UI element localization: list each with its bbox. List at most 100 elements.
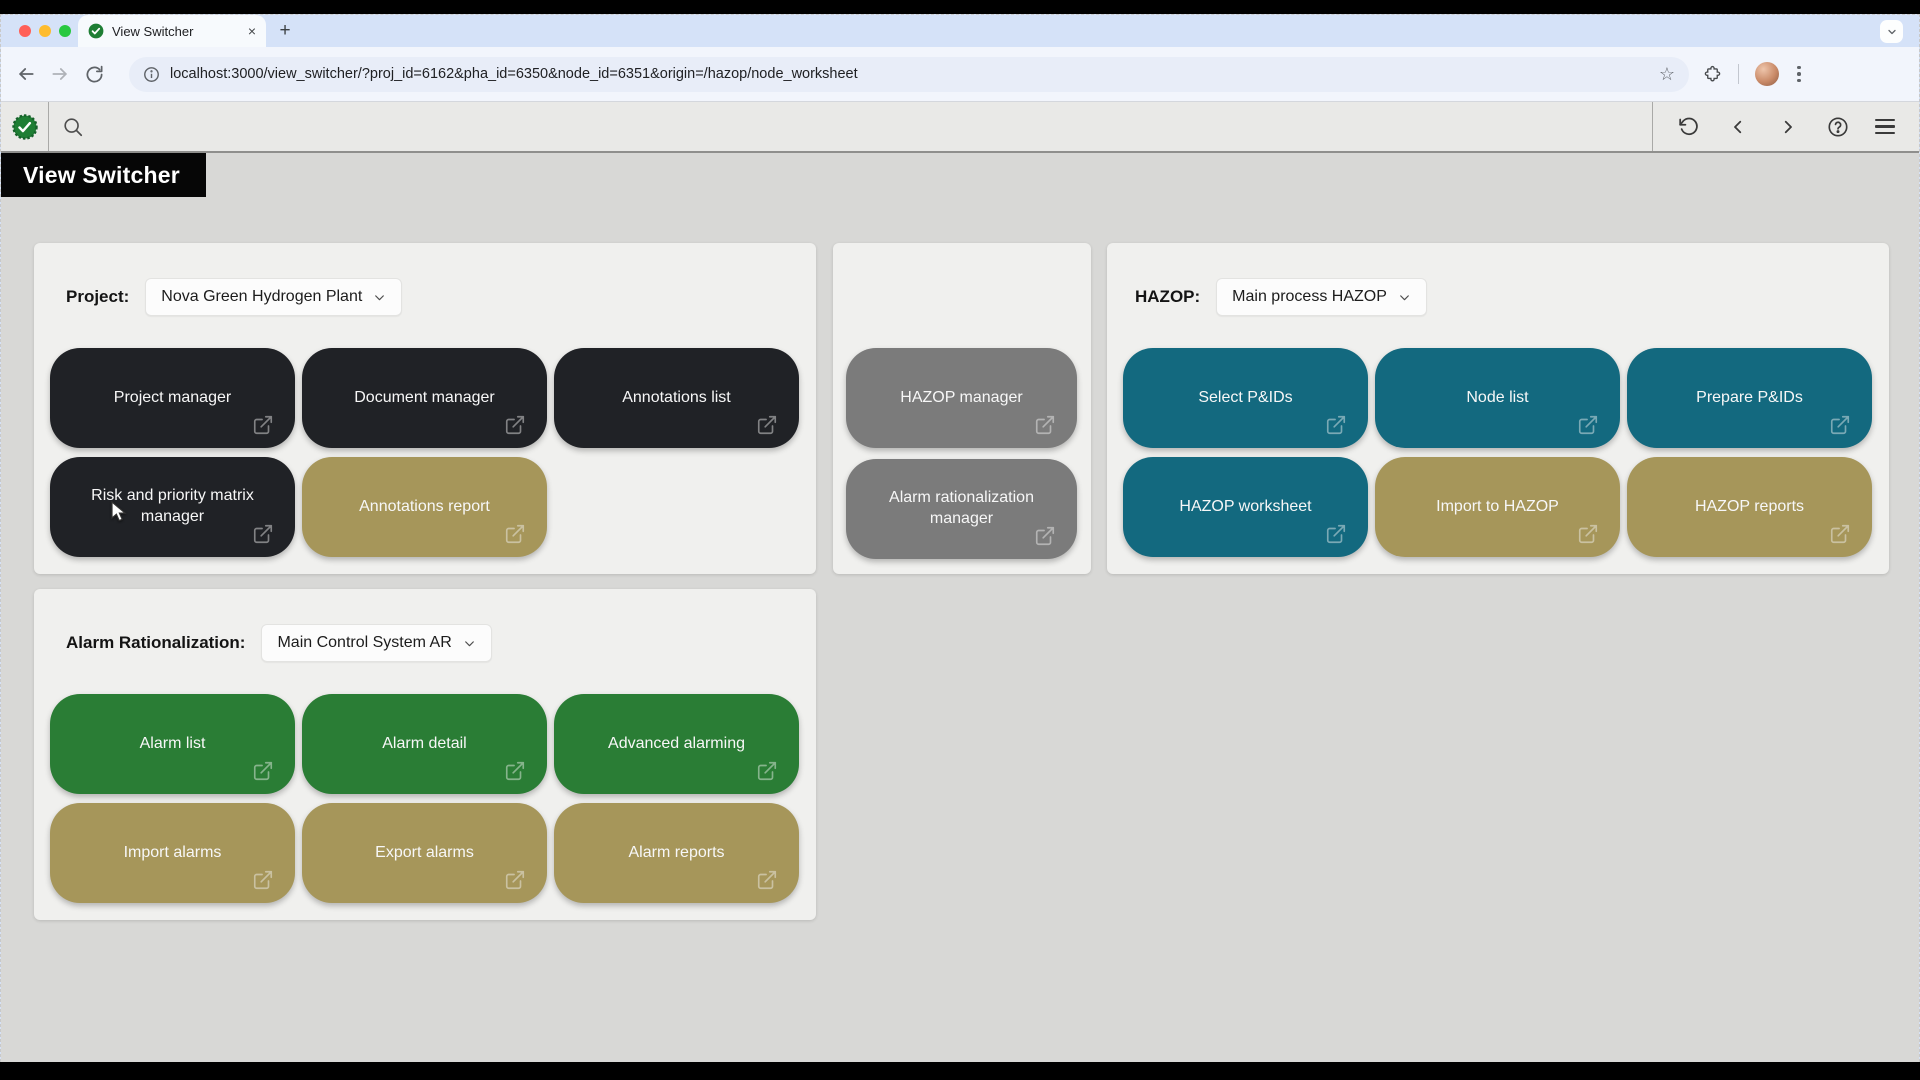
tile-label: HAZOP worksheet bbox=[1179, 497, 1311, 518]
mouse-cursor bbox=[111, 501, 131, 523]
hazop-dropdown-value: Main process HAZOP bbox=[1232, 288, 1387, 306]
address-bar[interactable]: localhost:3000/view_switcher/?proj_id=61… bbox=[129, 57, 1689, 92]
external-link-icon bbox=[504, 869, 526, 891]
tile-label: Export alarms bbox=[375, 843, 474, 864]
tile-label: Node list bbox=[1466, 388, 1528, 409]
tile-label: Select P&IDs bbox=[1198, 388, 1292, 409]
annotations-report-button[interactable]: Annotations report bbox=[302, 457, 547, 557]
advanced-alarming-button[interactable]: Advanced alarming bbox=[554, 694, 799, 794]
external-link-icon bbox=[252, 869, 274, 891]
alarm-rationalization-button-grid: Alarm list Alarm detail Advanced alarming I… bbox=[50, 694, 799, 903]
site-info-icon[interactable] bbox=[143, 66, 160, 83]
tile-label: Alarm rationalization manager bbox=[880, 488, 1043, 530]
app-logo[interactable] bbox=[1, 102, 49, 151]
external-link-icon bbox=[756, 414, 778, 436]
external-link-icon bbox=[1577, 523, 1599, 545]
chevron-down-icon bbox=[463, 637, 476, 650]
url-text: localhost:3000/view_switcher/?proj_id=61… bbox=[170, 66, 1659, 82]
browser-tab-strip: View Switcher × + bbox=[1, 15, 1919, 47]
tile-label: Annotations list bbox=[622, 388, 731, 409]
document-manager-button[interactable]: Document manager bbox=[302, 348, 547, 448]
external-link-icon bbox=[1829, 523, 1851, 545]
external-link-icon bbox=[1325, 414, 1347, 436]
external-link-icon bbox=[1577, 414, 1599, 436]
tile-label: HAZOP reports bbox=[1695, 497, 1804, 518]
external-link-icon bbox=[504, 760, 526, 782]
external-link-icon bbox=[1034, 414, 1056, 436]
alarm-rationalization-manager-button[interactable]: Alarm rationalization manager bbox=[846, 459, 1077, 559]
new-tab-button[interactable]: + bbox=[273, 19, 297, 43]
chrome-actions bbox=[1703, 62, 1803, 86]
chevron-right-icon[interactable] bbox=[1775, 114, 1801, 140]
chevron-left-icon[interactable] bbox=[1725, 114, 1751, 140]
managers-panel: HAZOP manager Alarm rationalization manag… bbox=[833, 243, 1091, 574]
alarm-rationalization-dropdown-value: Main Control System AR bbox=[277, 634, 451, 652]
tile-label: Alarm list bbox=[140, 734, 206, 755]
alarm-rationalization-panel-header: Alarm Rationalization: Main Control Syst… bbox=[66, 624, 492, 662]
tile-label: Document manager bbox=[354, 388, 495, 409]
external-link-icon bbox=[252, 523, 274, 545]
external-link-icon bbox=[1325, 523, 1347, 545]
chevron-down-icon bbox=[1398, 291, 1411, 304]
hazop-button-grid: Select P&IDs Node list Prepare P&IDs HAZOP … bbox=[1123, 348, 1872, 557]
search-button[interactable] bbox=[49, 102, 97, 151]
zoom-window-button[interactable] bbox=[59, 25, 71, 37]
external-link-icon bbox=[756, 869, 778, 891]
undo-icon[interactable] bbox=[1675, 114, 1701, 140]
external-link-icon bbox=[504, 523, 526, 545]
external-link-icon bbox=[756, 760, 778, 782]
prepare-p-ids-button[interactable]: Prepare P&IDs bbox=[1627, 348, 1872, 448]
external-link-icon bbox=[1034, 525, 1056, 547]
external-link-icon bbox=[252, 760, 274, 782]
favicon-icon bbox=[88, 23, 104, 39]
bookmark-star-icon[interactable]: ☆ bbox=[1659, 64, 1675, 85]
hazop-manager-button[interactable]: HAZOP manager bbox=[846, 348, 1077, 448]
project-manager-button[interactable]: Project manager bbox=[50, 348, 295, 448]
browser-back-button[interactable] bbox=[9, 57, 43, 91]
help-icon[interactable] bbox=[1825, 114, 1851, 140]
alarm-detail-button[interactable]: Alarm detail bbox=[302, 694, 547, 794]
browser-forward-button[interactable] bbox=[43, 57, 77, 91]
import-to-hazop-button[interactable]: Import to HAZOP bbox=[1375, 457, 1620, 557]
node-list-button[interactable]: Node list bbox=[1375, 348, 1620, 448]
tile-label: Alarm detail bbox=[382, 734, 466, 755]
select-p-ids-button[interactable]: Select P&IDs bbox=[1123, 348, 1368, 448]
app-toolbar-actions bbox=[1652, 102, 1919, 151]
search-icon bbox=[62, 116, 84, 138]
tile-label: Annotations report bbox=[359, 497, 490, 518]
browser-toolbar: localhost:3000/view_switcher/?proj_id=61… bbox=[1, 47, 1919, 101]
close-tab-icon[interactable]: × bbox=[248, 24, 256, 38]
extensions-icon[interactable] bbox=[1703, 65, 1722, 84]
managers-button-grid: HAZOP manager Alarm rationalization manag… bbox=[846, 348, 1077, 559]
tab-search-button[interactable] bbox=[1880, 20, 1903, 43]
browser-window: View Switcher × + localhost:3000/view_sw… bbox=[0, 14, 1920, 1062]
project-dropdown[interactable]: Nova Green Hydrogen Plant bbox=[145, 278, 402, 316]
risk-and-priority-matrix-manager-button[interactable]: Risk and priority matrix manager bbox=[50, 457, 295, 557]
browser-menu-icon[interactable] bbox=[1795, 64, 1803, 85]
toolbar-divider bbox=[1738, 64, 1739, 84]
tile-label: Import to HAZOP bbox=[1436, 497, 1559, 518]
hazop-worksheet-button[interactable]: HAZOP worksheet bbox=[1123, 457, 1368, 557]
export-alarms-button[interactable]: Export alarms bbox=[302, 803, 547, 903]
browser-reload-button[interactable] bbox=[77, 57, 111, 91]
external-link-icon bbox=[504, 414, 526, 436]
profile-avatar[interactable] bbox=[1755, 62, 1779, 86]
alarm-list-button[interactable]: Alarm list bbox=[50, 694, 295, 794]
menu-icon[interactable] bbox=[1875, 119, 1895, 134]
hazop-reports-button[interactable]: HAZOP reports bbox=[1627, 457, 1872, 557]
alarm-rationalization-label: Alarm Rationalization: bbox=[66, 633, 245, 653]
page-title: View Switcher bbox=[1, 153, 206, 197]
hazop-label: HAZOP: bbox=[1135, 287, 1200, 307]
project-label: Project: bbox=[66, 287, 129, 307]
hazop-dropdown[interactable]: Main process HAZOP bbox=[1216, 278, 1427, 316]
chevron-down-icon bbox=[1886, 26, 1898, 38]
close-window-button[interactable] bbox=[19, 25, 31, 37]
alarm-rationalization-dropdown[interactable]: Main Control System AR bbox=[261, 624, 491, 662]
annotations-list-button[interactable]: Annotations list bbox=[554, 348, 799, 448]
alarm-reports-button[interactable]: Alarm reports bbox=[554, 803, 799, 903]
external-link-icon bbox=[1829, 414, 1851, 436]
browser-tab[interactable]: View Switcher × bbox=[78, 15, 266, 47]
minimize-window-button[interactable] bbox=[39, 25, 51, 37]
tile-label: Prepare P&IDs bbox=[1696, 388, 1803, 409]
import-alarms-button[interactable]: Import alarms bbox=[50, 803, 295, 903]
